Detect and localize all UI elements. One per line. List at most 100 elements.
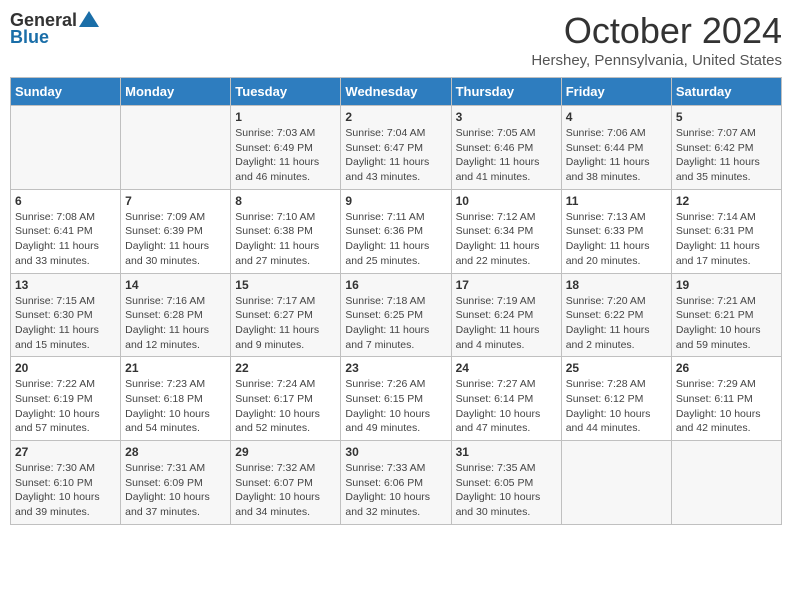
day-info: Sunrise: 7:19 AM Sunset: 6:24 PM Dayligh… [456,294,557,353]
day-info: Sunrise: 7:17 AM Sunset: 6:27 PM Dayligh… [235,294,336,353]
calendar-cell: 11 Sunrise: 7:13 AM Sunset: 6:33 PM Dayli… [561,189,671,273]
day-number: 26 [676,361,777,375]
day-number: 4 [566,110,667,124]
day-number: 29 [235,445,336,459]
day-info: Sunrise: 7:04 AM Sunset: 6:47 PM Dayligh… [345,126,446,185]
title-block: October 2024 Hershey, Pennsylvania, Unit… [531,10,782,69]
calendar-cell: 13 Sunrise: 7:15 AM Sunset: 6:30 PM Dayli… [11,273,121,357]
day-number: 16 [345,278,446,292]
week-row-2: 13 Sunrise: 7:15 AM Sunset: 6:30 PM Dayli… [11,273,782,357]
day-number: 9 [345,194,446,208]
day-info: Sunrise: 7:20 AM Sunset: 6:22 PM Dayligh… [566,294,667,353]
day-info: Sunrise: 7:09 AM Sunset: 6:39 PM Dayligh… [125,210,226,269]
calendar-cell: 10 Sunrise: 7:12 AM Sunset: 6:34 PM Dayli… [451,189,561,273]
calendar-cell: 15 Sunrise: 7:17 AM Sunset: 6:27 PM Dayli… [231,273,341,357]
calendar-cell [671,441,781,525]
calendar-cell: 2 Sunrise: 7:04 AM Sunset: 6:47 PM Daylig… [341,106,451,190]
day-number: 3 [456,110,557,124]
calendar-cell: 22 Sunrise: 7:24 AM Sunset: 6:17 PM Dayli… [231,357,341,441]
day-info: Sunrise: 7:07 AM Sunset: 6:42 PM Dayligh… [676,126,777,185]
day-info: Sunrise: 7:27 AM Sunset: 6:14 PM Dayligh… [456,377,557,436]
day-number: 28 [125,445,226,459]
day-info: Sunrise: 7:31 AM Sunset: 6:09 PM Dayligh… [125,461,226,520]
day-info: Sunrise: 7:06 AM Sunset: 6:44 PM Dayligh… [566,126,667,185]
day-info: Sunrise: 7:15 AM Sunset: 6:30 PM Dayligh… [15,294,116,353]
logo: General Blue [10,10,99,48]
day-info: Sunrise: 7:29 AM Sunset: 6:11 PM Dayligh… [676,377,777,436]
day-number: 18 [566,278,667,292]
day-number: 10 [456,194,557,208]
week-row-1: 6Sunrise: 7:08 AM Sunset: 6:41 PM Daylig… [11,189,782,273]
calendar-cell [561,441,671,525]
day-number: 11 [566,194,667,208]
calendar-cell [121,106,231,190]
calendar-cell [11,106,121,190]
day-number: 20 [15,361,116,375]
day-number: 22 [235,361,336,375]
week-row-0: 1 Sunrise: 7:03 AM Sunset: 6:49 PM Daylig… [11,106,782,190]
day-number: 19 [676,278,777,292]
day-info: Sunrise: 7:11 AM Sunset: 6:36 PM Dayligh… [345,210,446,269]
calendar-cell: 3 Sunrise: 7:05 AM Sunset: 6:46 PM Daylig… [451,106,561,190]
day-info: Sunrise: 7:12 AM Sunset: 6:34 PM Dayligh… [456,210,557,269]
day-number: 2 [345,110,446,124]
day-info: Sunrise: 7:05 AM Sunset: 6:46 PM Dayligh… [456,126,557,185]
day-number: 21 [125,361,226,375]
day-info: Sunrise: 7:30 AM Sunset: 6:10 PM Dayligh… [15,461,116,520]
calendar-cell: 28 Sunrise: 7:31 AM Sunset: 6:09 PM Dayli… [121,441,231,525]
day-number: 13 [15,278,116,292]
day-info: Sunrise: 7:32 AM Sunset: 6:07 PM Dayligh… [235,461,336,520]
header-day-saturday: Saturday [671,78,781,106]
calendar-cell: 8 Sunrise: 7:10 AM Sunset: 6:38 PM Daylig… [231,189,341,273]
day-number: 30 [345,445,446,459]
calendar-cell: 23Sunrise: 7:26 AM Sunset: 6:15 PM Dayli… [341,357,451,441]
calendar-cell: 31Sunrise: 7:35 AM Sunset: 6:05 PM Dayli… [451,441,561,525]
header-day-sunday: Sunday [11,78,121,106]
day-number: 1 [235,110,336,124]
day-number: 7 [125,194,226,208]
page-header: General Blue October 2024 Hershey, Penns… [10,10,782,69]
calendar-cell: 29 Sunrise: 7:32 AM Sunset: 6:07 PM Dayli… [231,441,341,525]
day-info: Sunrise: 7:24 AM Sunset: 6:17 PM Dayligh… [235,377,336,436]
day-info: Sunrise: 7:21 AM Sunset: 6:21 PM Dayligh… [676,294,777,353]
day-number: 27 [15,445,116,459]
day-info: Sunrise: 7:18 AM Sunset: 6:25 PM Dayligh… [345,294,446,353]
calendar-cell: 27 Sunrise: 7:30 AM Sunset: 6:10 PM Dayli… [11,441,121,525]
calendar-cell: 1 Sunrise: 7:03 AM Sunset: 6:49 PM Daylig… [231,106,341,190]
calendar-cell: 16 Sunrise: 7:18 AM Sunset: 6:25 PM Dayli… [341,273,451,357]
day-number: 6 [15,194,116,208]
header-day-thursday: Thursday [451,78,561,106]
logo-blue-text: Blue [10,27,49,48]
header-day-tuesday: Tuesday [231,78,341,106]
month-title: October 2024 [531,10,782,52]
calendar-cell: 30 Sunrise: 7:33 AM Sunset: 6:06 PM Dayli… [341,441,451,525]
day-number: 5 [676,110,777,124]
logo-triangle-icon [79,9,99,29]
day-info: Sunrise: 7:13 AM Sunset: 6:33 PM Dayligh… [566,210,667,269]
day-number: 12 [676,194,777,208]
day-number: 8 [235,194,336,208]
calendar-cell: 20 Sunrise: 7:22 AM Sunset: 6:19 PM Dayli… [11,357,121,441]
day-number: 24 [456,361,557,375]
day-number: 23 [345,361,446,375]
day-info: Sunrise: 7:10 AM Sunset: 6:38 PM Dayligh… [235,210,336,269]
day-number: 25 [566,361,667,375]
calendar-cell: 6Sunrise: 7:08 AM Sunset: 6:41 PM Daylig… [11,189,121,273]
calendar-cell: 26 Sunrise: 7:29 AM Sunset: 6:11 PM Dayli… [671,357,781,441]
calendar-cell: 5 Sunrise: 7:07 AM Sunset: 6:42 PM Daylig… [671,106,781,190]
day-info: Sunrise: 7:23 AM Sunset: 6:18 PM Dayligh… [125,377,226,436]
header-day-monday: Monday [121,78,231,106]
day-info: Sunrise: 7:22 AM Sunset: 6:19 PM Dayligh… [15,377,116,436]
day-info: Sunrise: 7:33 AM Sunset: 6:06 PM Dayligh… [345,461,446,520]
day-info: Sunrise: 7:03 AM Sunset: 6:49 PM Dayligh… [235,126,336,185]
day-info: Sunrise: 7:14 AM Sunset: 6:31 PM Dayligh… [676,210,777,269]
calendar-cell: 25Sunrise: 7:28 AM Sunset: 6:12 PM Dayli… [561,357,671,441]
day-number: 17 [456,278,557,292]
calendar-cell: 9 Sunrise: 7:11 AM Sunset: 6:36 PM Daylig… [341,189,451,273]
day-number: 15 [235,278,336,292]
day-number: 31 [456,445,557,459]
calendar-cell: 17 Sunrise: 7:19 AM Sunset: 6:24 PM Dayli… [451,273,561,357]
calendar-cell: 4 Sunrise: 7:06 AM Sunset: 6:44 PM Daylig… [561,106,671,190]
calendar-cell: 14Sunrise: 7:16 AM Sunset: 6:28 PM Dayli… [121,273,231,357]
day-number: 14 [125,278,226,292]
